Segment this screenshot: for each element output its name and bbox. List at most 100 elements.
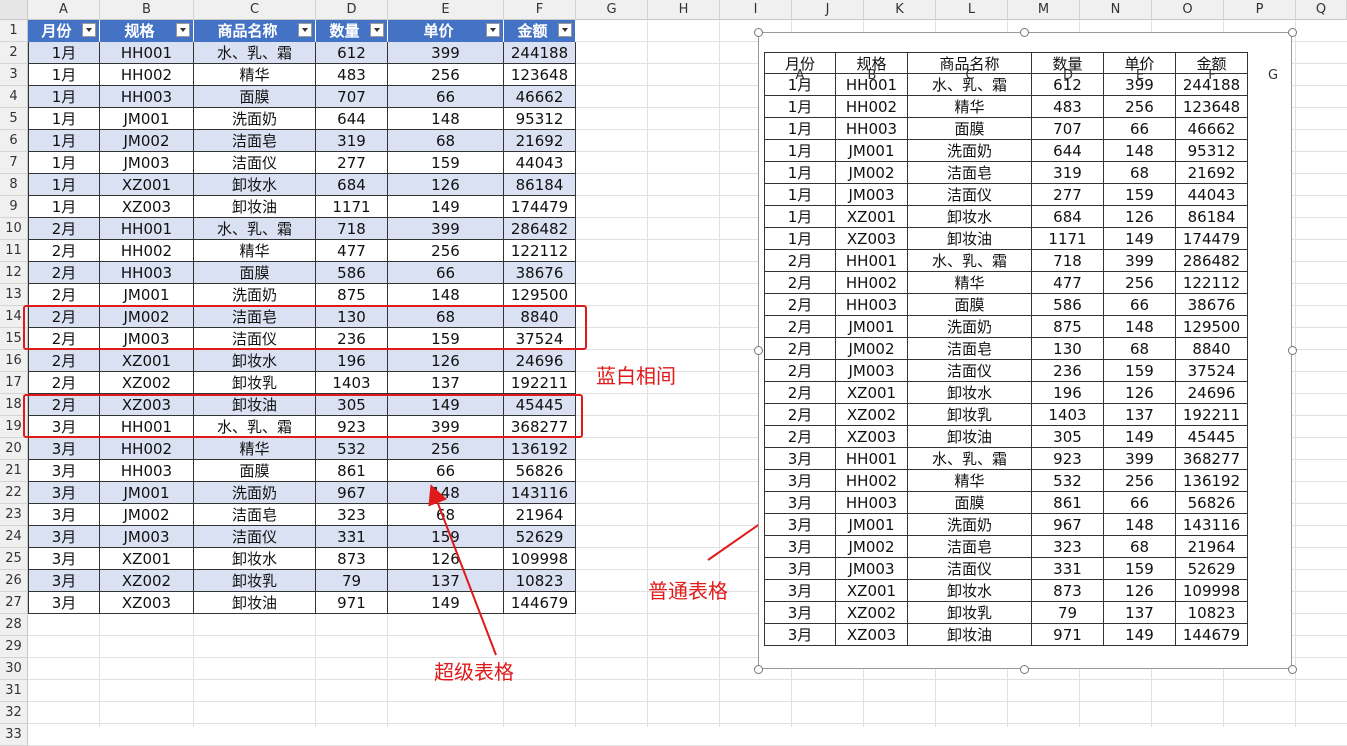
plain-table-cell: 46662 [1176, 118, 1248, 140]
plain-table-cell: HH003 [836, 492, 908, 514]
resize-handle-icon[interactable] [1020, 28, 1029, 37]
plain-table-cell: 68 [1104, 162, 1176, 184]
plain-table-cell: XZ002 [836, 602, 908, 624]
plain-table-cell: 399 [1104, 74, 1176, 96]
plain-table-cell: 2月 [764, 382, 836, 404]
plain-table-cell: 37524 [1176, 360, 1248, 382]
plain-table-cell: 66 [1104, 492, 1176, 514]
resize-handle-icon[interactable] [1288, 346, 1297, 355]
plain-table-cell: 45445 [1176, 426, 1248, 448]
plain-table-cell: 洁面仪 [908, 184, 1032, 206]
plain-table-cell: HH003 [836, 294, 908, 316]
plain-table-cell: 2月 [764, 426, 836, 448]
plain-table-cell: 2月 [764, 316, 836, 338]
plain-table-cell: JM002 [836, 162, 908, 184]
plain-table-cell: 149 [1104, 228, 1176, 250]
plain-table-cell: 256 [1104, 272, 1176, 294]
plain-table-cell: 21964 [1176, 536, 1248, 558]
plain-table-cell: HH002 [836, 96, 908, 118]
plain-table-cell: 586 [1032, 294, 1104, 316]
plain-table-cell: JM003 [836, 184, 908, 206]
plain-table-cell: 1403 [1032, 404, 1104, 426]
plain-table-cell: 1月 [764, 162, 836, 184]
plain-table-cell: 1月 [764, 206, 836, 228]
plain-table-cell: 洁面皂 [908, 162, 1032, 184]
resize-handle-icon[interactable] [1288, 665, 1297, 674]
plain-table-cell: 875 [1032, 316, 1104, 338]
plain-table-cell: HH003 [836, 118, 908, 140]
plain-table-cell: 137 [1104, 602, 1176, 624]
plain-table-cell: 319 [1032, 162, 1104, 184]
plain-table-header-cell: 数量 [1032, 52, 1104, 74]
plain-table-cell: 122112 [1176, 272, 1248, 294]
plain-table-cell: 卸妆油 [908, 426, 1032, 448]
plain-table-cell: 331 [1032, 558, 1104, 580]
plain-table-cell: 126 [1104, 580, 1176, 602]
plain-table-cell: XZ003 [836, 426, 908, 448]
plain-table-cell: 718 [1032, 250, 1104, 272]
plain-table-cell: 3月 [764, 624, 836, 646]
plain-table-cell: 368277 [1176, 448, 1248, 470]
plain-table-cell: 1月 [764, 184, 836, 206]
plain-table-cell: 1月 [764, 74, 836, 96]
plain-table-cell: 卸妆油 [908, 624, 1032, 646]
resize-handle-icon[interactable] [754, 28, 763, 37]
resize-handle-icon[interactable] [754, 665, 763, 674]
plain-table-cell: 66 [1104, 294, 1176, 316]
plain-table-cell: JM003 [836, 558, 908, 580]
plain-table-cell: 137 [1104, 404, 1176, 426]
plain-table-cell: 洗面奶 [908, 514, 1032, 536]
plain-table-cell: 109998 [1176, 580, 1248, 602]
plain-table-cell: 130 [1032, 338, 1104, 360]
plain-table-cell: 159 [1104, 184, 1176, 206]
plain-table-cell: 2月 [764, 272, 836, 294]
plain-table-cell: 95312 [1176, 140, 1248, 162]
plain-table-cell: HH002 [836, 272, 908, 294]
resize-handle-icon[interactable] [1288, 28, 1297, 37]
resize-handle-icon[interactable] [1020, 665, 1029, 674]
resize-handle-icon[interactable] [754, 346, 763, 355]
plain-table-cell: 684 [1032, 206, 1104, 228]
plain-table-cell: 8840 [1176, 338, 1248, 360]
plain-table-cell: 38676 [1176, 294, 1248, 316]
plain-table-cell: 3月 [764, 514, 836, 536]
plain-table-cell: 399 [1104, 448, 1176, 470]
plain-table-picture[interactable]: A B C D E F G 月份 规格 商品名称 数量 单价 金额 1月 HH001 水、乳、霜 612 399 2… [758, 32, 1292, 669]
plain-table-cell: 3月 [764, 470, 836, 492]
plain-table-cell: 2月 [764, 338, 836, 360]
plain-table-cell: 149 [1104, 624, 1176, 646]
spreadsheet[interactable]: ABCDEFGHIJKLMNOPQ 1 2 3 4 5 6 7 8 9 10 11 12 13 14 15 1… [0, 0, 1347, 746]
plain-table-cell: JM002 [836, 536, 908, 558]
plain-table-cell: 精华 [908, 96, 1032, 118]
plain-table-cell: XZ001 [836, 580, 908, 602]
plain-table-cell: 水、乳、霜 [908, 250, 1032, 272]
plain-table-cell: 277 [1032, 184, 1104, 206]
plain-table-cell: 256 [1104, 96, 1176, 118]
plain-table-cell: 477 [1032, 272, 1104, 294]
plain-table-header-cell: 单价 [1104, 52, 1176, 74]
plain-table-cell: 79 [1032, 602, 1104, 624]
plain-table-cell: 707 [1032, 118, 1104, 140]
plain-table-cell: 洁面皂 [908, 536, 1032, 558]
plain-table-cell: 256 [1104, 470, 1176, 492]
plain-table-cell: 148 [1104, 316, 1176, 338]
plain-table-cell: JM001 [836, 140, 908, 162]
plain-table-cell: 323 [1032, 536, 1104, 558]
plain-table-cell: JM003 [836, 360, 908, 382]
plain-table-cell: 1月 [764, 228, 836, 250]
plain-table-cell: 3月 [764, 536, 836, 558]
plain-table-cell: 66 [1104, 118, 1176, 140]
plain-table-cell: HH001 [836, 250, 908, 272]
plain-table-cell: 148 [1104, 140, 1176, 162]
picture-column-letter-G: G [1267, 68, 1279, 83]
plain-table-cell: 3月 [764, 602, 836, 624]
plain-table-cell: 3月 [764, 558, 836, 580]
plain-table-cell: 卸妆乳 [908, 602, 1032, 624]
plain-table-cell: 24696 [1176, 382, 1248, 404]
plain-table-cell: 2月 [764, 360, 836, 382]
plain-table-cell: 1月 [764, 96, 836, 118]
plain-table-cell: 面膜 [908, 492, 1032, 514]
plain-table-cell: 精华 [908, 470, 1032, 492]
plain-table-cell: 10823 [1176, 602, 1248, 624]
row-header-33[interactable]: 33 [0, 724, 28, 746]
